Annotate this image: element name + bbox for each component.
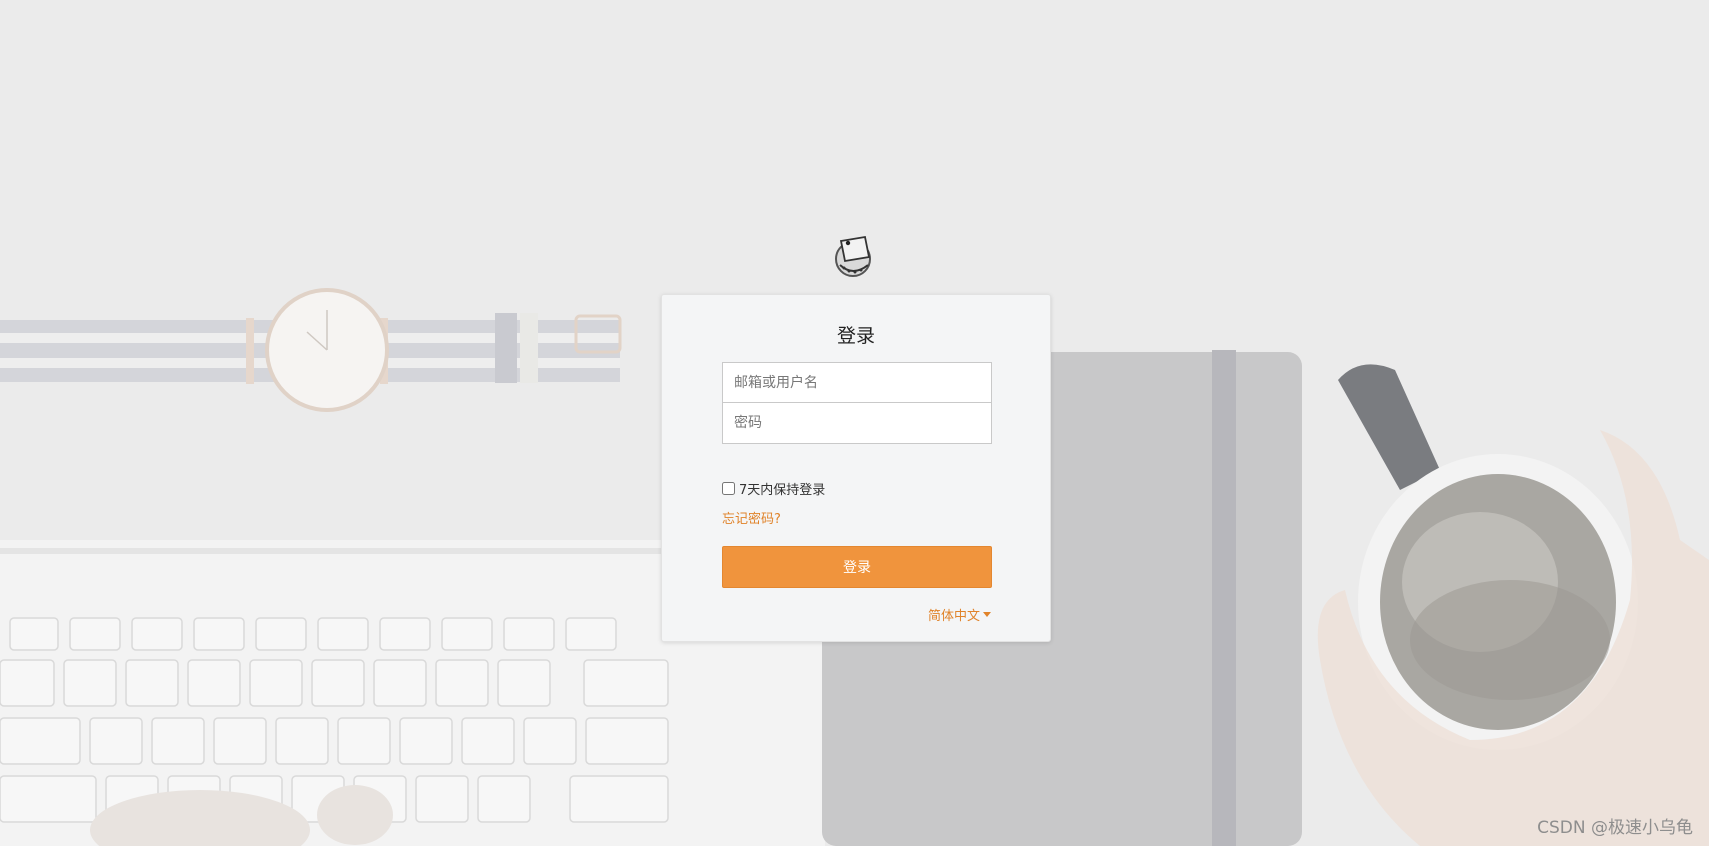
language-selector[interactable]: 简体中文: [928, 605, 991, 624]
remember-me[interactable]: 7天内保持登录: [722, 479, 825, 498]
login-button[interactable]: 登录: [722, 546, 992, 588]
flag-emblem-logo: [835, 235, 871, 277]
watermark: CSDN @极速小乌龟: [1537, 818, 1693, 838]
password-input[interactable]: [722, 403, 992, 444]
remember-me-label: 7天内保持登录: [739, 483, 826, 498]
login-card: 登录 7天内保持登录 忘记密码? 登录 简体中文: [661, 294, 1051, 642]
remember-me-checkbox[interactable]: [722, 482, 735, 495]
login-title: 登录: [836, 325, 875, 347]
language-label: 简体中文: [927, 609, 980, 624]
credential-fields: [722, 362, 992, 444]
caret-down-icon: [983, 612, 991, 617]
username-input[interactable]: [722, 362, 992, 403]
forgot-password-link[interactable]: 忘记密码?: [722, 508, 781, 527]
